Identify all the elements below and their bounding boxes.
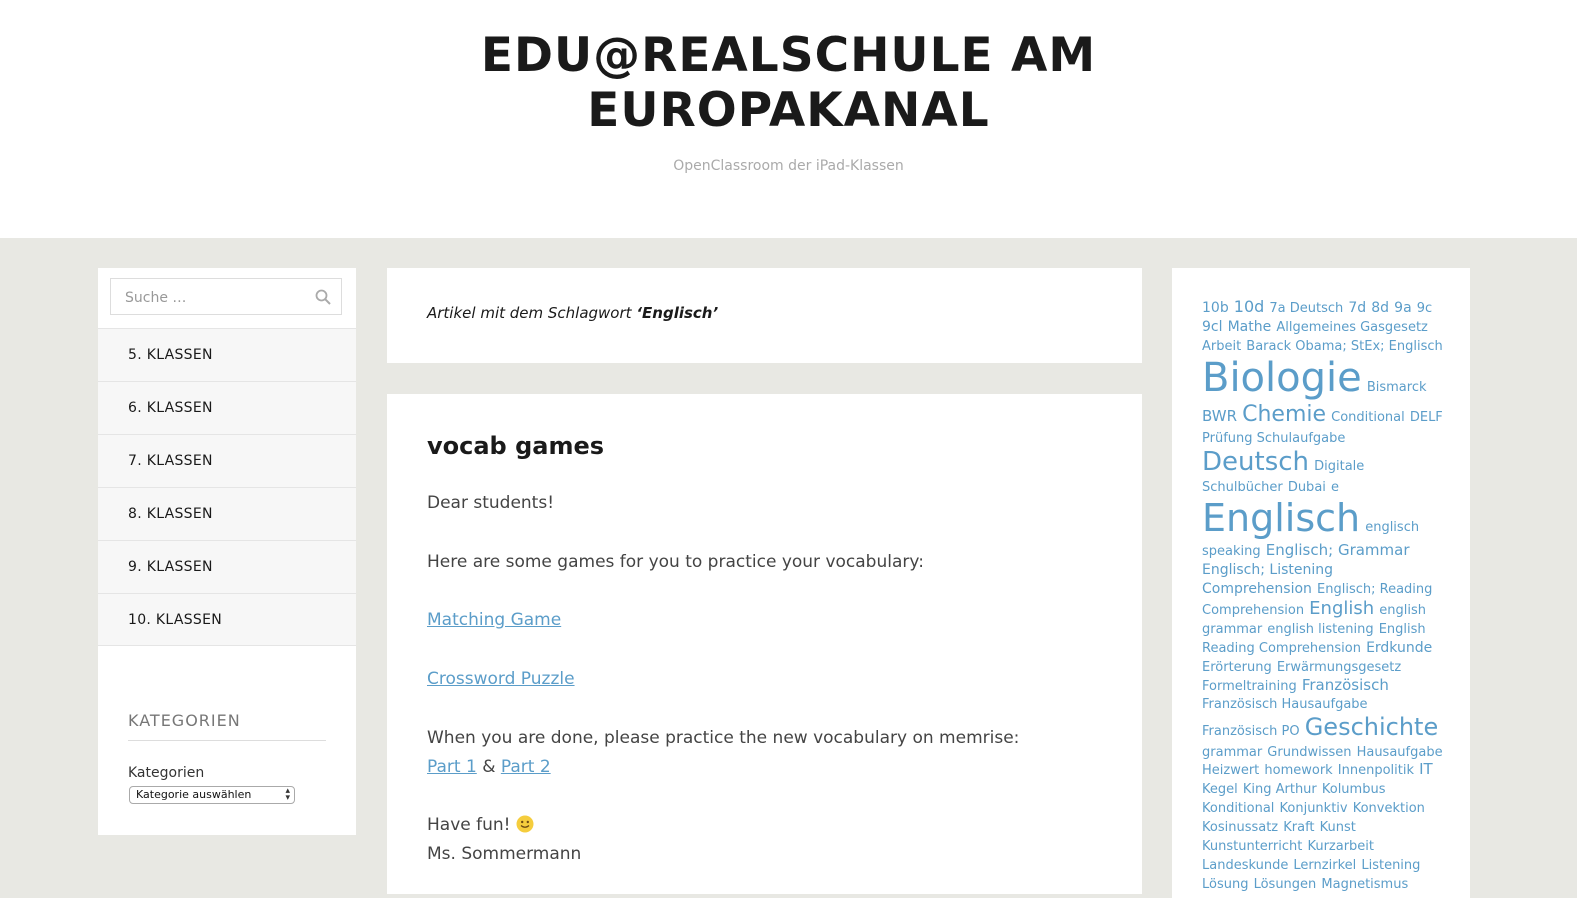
tag-link[interactable]: 9a [1394,300,1412,316]
tag-link[interactable]: Englisch [1202,496,1360,540]
post-title[interactable]: vocab games [427,432,604,460]
tag-link[interactable]: Chemie [1242,402,1326,427]
tag-link[interactable]: Arbeit [1202,339,1241,354]
matching-game-link[interactable]: Matching Game [427,610,561,630]
tag-cloud: 10b 10d 7a Deutsch 7d 8d 9a 9c 9cl Mathe… [1202,297,1446,893]
menu-item-5-klassen[interactable]: 5. KLASSEN [98,328,356,381]
post-fun-line: Have fun! [427,815,534,835]
tag-link[interactable]: Lösungen [1254,877,1317,892]
archive-title-tag: ‘Englisch’ [636,304,719,322]
archive-title: Artikel mit dem Schlagwort ‘Englisch’ [427,304,718,322]
categories-widget-title: KATEGORIEN [128,711,326,741]
menu-item-8-klassen[interactable]: 8. KLASSEN [98,487,356,540]
tag-link[interactable]: Geschichte [1305,713,1439,741]
site-title-line1[interactable]: EDU@REALSCHULE AM [0,28,1577,83]
menu-item-9-klassen[interactable]: 9. KLASSEN [98,540,356,593]
tag-link[interactable]: Kunst [1320,820,1356,835]
tag-link[interactable]: 7a Deutsch [1269,301,1343,316]
tag-link[interactable]: BWR [1202,407,1237,425]
tag-link[interactable]: Französisch [1302,676,1389,694]
tag-link[interactable]: homework [1264,763,1332,778]
part1-link[interactable]: Part 1 [427,757,477,777]
tag-link[interactable]: Französisch Hausaufgabe [1202,697,1368,712]
tag-link[interactable]: 10b [1202,300,1229,316]
crossword-puzzle-link[interactable]: Crossword Puzzle [427,669,575,689]
search-input[interactable] [123,287,307,309]
tag-link[interactable]: English [1309,598,1374,619]
tag-link[interactable]: Lösung [1202,877,1248,892]
tag-link[interactable]: IT [1419,760,1433,779]
tag-link[interactable]: Deutsch [1202,447,1309,477]
menu-item-10-klassen[interactable]: 10. KLASSEN [98,593,356,646]
part2-link[interactable]: Part 2 [501,757,551,777]
tag-link[interactable]: Grundwissen [1267,745,1351,760]
tag-link[interactable]: Kolumbus [1322,782,1386,797]
search-icon[interactable] [315,289,331,305]
categories-label: Kategorien [128,765,205,781]
search-form [110,278,342,315]
post-done-text: When you are done, please practice the n… [427,728,1020,748]
tag-link[interactable]: Kurzarbeit [1307,839,1374,854]
tag-link[interactable]: e [1331,480,1339,495]
tag-link[interactable]: Kraft [1283,820,1314,835]
tag-link[interactable]: King Arthur [1243,782,1317,797]
tag-link[interactable]: Bismarck [1367,380,1427,395]
tag-link[interactable]: Dubai [1288,480,1326,495]
tag-link[interactable]: 9cl [1202,319,1223,335]
tag-link[interactable]: Listening [1361,858,1420,873]
post-parts-line: Part 1 & Part 2 [427,757,551,777]
tag-link[interactable]: Landeskunde [1202,858,1288,873]
tag-link[interactable]: Conditional [1331,410,1405,425]
tag-link[interactable]: Barack Obama; StEx; Englisch [1246,339,1442,354]
tag-link[interactable]: Englisch; Listening Comprehension [1202,562,1333,597]
tag-link[interactable]: Allgemeines Gasgesetz [1276,320,1428,335]
tag-link[interactable]: Konvektion [1353,801,1425,816]
tag-link[interactable]: Konjunktiv [1280,801,1348,816]
ampersand: & [482,757,496,777]
tag-link[interactable]: 8d [1371,300,1389,316]
select-arrows-icon: ▴ ▾ [285,786,290,803]
tag-link[interactable]: Innenpolitik [1338,763,1414,778]
left-sidebar: 5. KLASSEN 6. KLASSEN 7. KLASSEN 8. KLAS… [98,268,356,835]
category-select-value: Kategorie auswählen [136,788,252,801]
menu-item-6-klassen[interactable]: 6. KLASSEN [98,381,356,434]
tag-link[interactable]: Kosinussatz [1202,820,1278,835]
tag-link[interactable]: Erörterung [1202,660,1272,675]
tag-link[interactable]: Kegel [1202,782,1238,797]
tag-link[interactable]: Lernzirkel [1293,858,1356,873]
tag-link[interactable]: Erdkunde [1366,640,1432,656]
tag-link[interactable]: 9c [1417,301,1432,316]
post-signature: Ms. Sommermann [427,844,582,864]
tag-link[interactable]: english listening [1267,622,1373,637]
tag-link[interactable]: Magnetismus [1321,877,1408,892]
right-sidebar: 10b 10d 7a Deutsch 7d 8d 9a 9c 9cl Mathe… [1172,268,1470,898]
tag-link[interactable]: Englisch; Grammar [1266,541,1410,559]
tag-link[interactable]: Französisch PO [1202,724,1300,739]
menu-item-7-klassen[interactable]: 7. KLASSEN [98,434,356,487]
tag-link[interactable]: Formeltraining [1202,679,1297,694]
tag-link[interactable]: Mathe [1228,319,1272,335]
archive-title-prefix: Artikel mit dem Schlagwort [427,304,632,322]
site-title[interactable]: EDU@REALSCHULE AM EUROPAKANAL [0,28,1577,138]
post-article: vocab games Dear students! Here are some… [387,394,1142,894]
tag-link[interactable]: Heizwert [1202,763,1259,778]
class-menu: 5. KLASSEN 6. KLASSEN 7. KLASSEN 8. KLAS… [98,328,356,646]
tag-link[interactable]: Konditional [1202,801,1274,816]
post-fun: Have fun! [427,815,511,835]
tag-link[interactable]: Biologie [1202,355,1362,401]
archive-header: Artikel mit dem Schlagwort ‘Englisch’ [387,268,1142,363]
site-description: OpenClassroom der iPad-Klassen [673,158,904,174]
tag-link[interactable]: Kunstunterricht [1202,839,1302,854]
smiley-icon [516,815,534,833]
tag-link[interactable]: 7d [1348,300,1366,316]
site-header: EDU@REALSCHULE AM EUROPAKANAL OpenClassr… [0,0,1577,238]
tag-link[interactable]: 10d [1234,297,1265,316]
post-intro: Here are some games for you to practice … [427,552,924,572]
tag-link[interactable]: grammar [1202,745,1262,760]
post-greeting: Dear students! [427,493,555,513]
tag-link[interactable]: Hausaufgabe [1357,745,1443,760]
category-select[interactable]: Kategorie auswählen ▴ ▾ [129,786,295,804]
site-title-line2[interactable]: EUROPAKANAL [0,83,1577,138]
tag-link[interactable]: Erwärmungsgesetz [1277,660,1401,675]
